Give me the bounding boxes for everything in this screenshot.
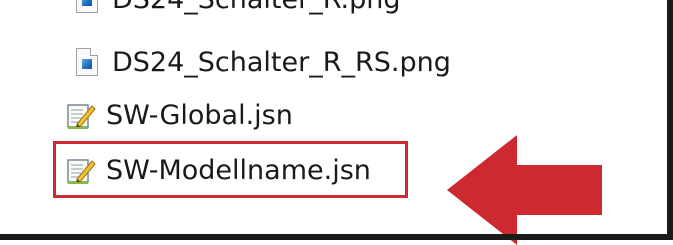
png-file-icon [76,0,98,13]
file-item-ds24-schalter-r-rs[interactable]: DS24_Schalter_R_RS.png [76,43,451,81]
notepad-file-icon [66,100,96,130]
file-name: DS24_Schalter_R.png [112,0,401,15]
png-file-icon [76,48,98,76]
file-name: DS24_Schalter_R_RS.png [112,46,451,78]
file-item-sw-global[interactable]: SW-Global.jsn [66,96,293,134]
file-name: SW-Global.jsn [106,99,293,131]
frame-border-right [667,0,673,240]
explorer-file-list-crop: DS24_Schalter_R.png DS24_Schalter_R_RS.p… [0,0,673,245]
file-item-ds24-schalter-r[interactable]: DS24_Schalter_R.png [76,0,401,18]
left-arrow-icon [447,135,602,245]
file-list: DS24_Schalter_R.png DS24_Schalter_R_RS.p… [0,0,660,245]
highlight-box [53,141,408,198]
frame-border-bottom [0,234,673,240]
